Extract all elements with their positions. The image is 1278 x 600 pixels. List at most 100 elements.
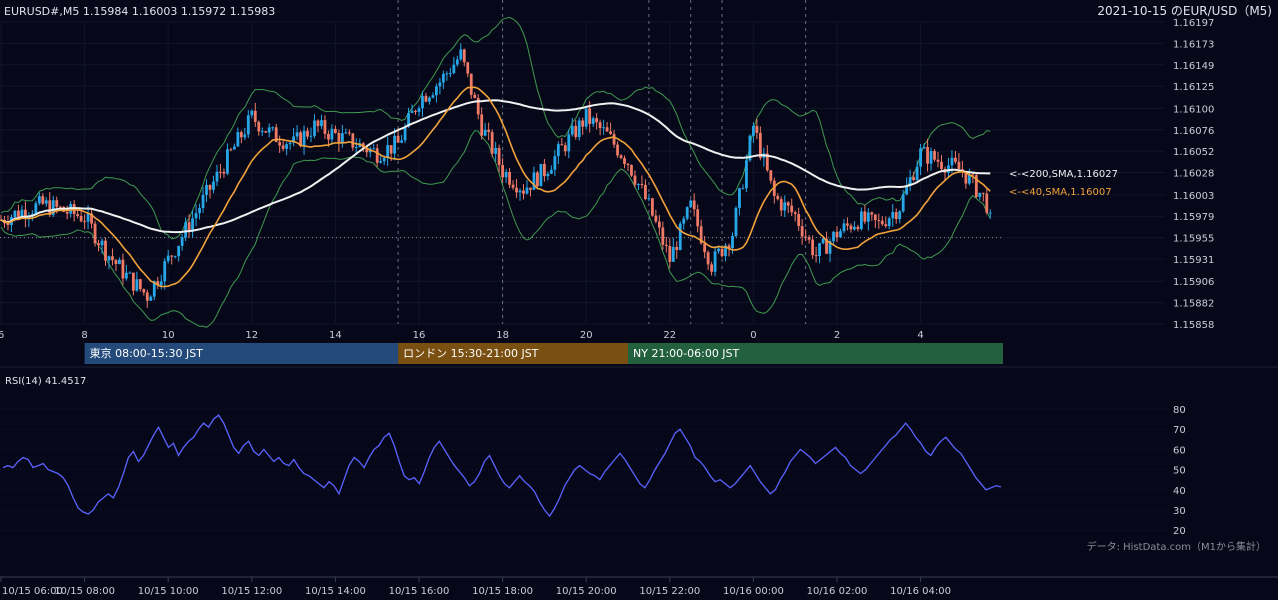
price-tick-label: 1.16149 — [1173, 61, 1214, 72]
candle-body — [327, 133, 330, 140]
candle-body — [664, 244, 668, 247]
candle-body — [769, 170, 773, 181]
candle-body — [745, 160, 748, 189]
candle-body — [149, 296, 153, 301]
candle-body — [515, 187, 518, 193]
candle-body — [125, 272, 128, 279]
candle-body — [104, 240, 107, 261]
candle-body — [111, 256, 114, 261]
candle-body — [170, 255, 174, 257]
candle-body — [313, 120, 316, 136]
candle-body — [403, 126, 407, 141]
price-tick-label: 1.16173 — [1173, 39, 1214, 50]
rsi-tick-label: 60 — [1173, 445, 1186, 456]
eurusd-chart: 1.16197 1.16173 1.16149 1.16125 1.16100 1.160… — [0, 0, 1278, 600]
candle-body — [257, 121, 261, 132]
candle-body — [483, 129, 487, 136]
candle-body — [546, 173, 550, 177]
candle-body — [692, 200, 696, 210]
candle-body — [553, 156, 557, 170]
candle-body — [612, 133, 616, 145]
candle-body — [894, 212, 898, 220]
hour-tick-label: 8 — [81, 330, 87, 341]
candle-body — [947, 165, 950, 173]
candle-body — [574, 125, 578, 138]
rsi-tick-label: 30 — [1173, 506, 1186, 517]
candle-body — [208, 184, 212, 190]
candle-body — [563, 145, 567, 152]
candle-body — [473, 94, 477, 99]
candle-body — [452, 64, 456, 74]
candle-body — [65, 211, 69, 214]
candle-body — [912, 177, 916, 181]
date-tick-label: 10/15 10:00 — [138, 586, 199, 597]
candle-body — [804, 236, 808, 238]
candle-body — [441, 73, 445, 83]
candle-body — [487, 129, 491, 132]
candle-body — [706, 252, 710, 265]
candle-body — [657, 221, 661, 228]
candle-body — [689, 200, 693, 208]
candle-body — [504, 171, 508, 178]
candle-body — [41, 196, 45, 204]
candle-body — [901, 194, 905, 212]
candle-body — [459, 49, 463, 60]
candle-body — [159, 281, 163, 286]
candle-body — [309, 135, 313, 137]
candle-body — [567, 134, 571, 152]
candle-body — [215, 171, 219, 182]
candle-body — [598, 122, 602, 128]
candle-body — [466, 62, 470, 74]
date-tick-label: 10/16 02:00 — [807, 586, 868, 597]
candle-body — [445, 73, 449, 75]
candle-body — [919, 148, 922, 167]
price-axis-ticks: 1.16197 1.16173 1.16149 1.16125 1.16100 1.160… — [1173, 18, 1214, 331]
price-tick-label: 1.15931 — [1173, 255, 1214, 266]
candle-body — [734, 207, 738, 236]
candle-body — [431, 95, 435, 98]
candle-body — [807, 237, 811, 240]
candle-body — [880, 220, 884, 225]
sma200-label: <-<200,SMA,1.16027 — [1009, 169, 1118, 180]
candle-body — [623, 158, 626, 164]
candle-body — [239, 132, 243, 138]
candle-body — [501, 165, 504, 178]
ohlc-label: EURUSD#,M5 1.15984 1.16003 1.15972 1.159… — [4, 5, 275, 18]
candle-body — [790, 205, 794, 213]
rsi-tick-label: 40 — [1173, 486, 1186, 497]
candle-body — [306, 130, 309, 137]
candle-body — [173, 256, 177, 258]
price-tick-label: 1.15979 — [1173, 212, 1214, 223]
candle-body — [347, 132, 351, 134]
candle-body — [616, 144, 619, 156]
candle-body — [497, 147, 501, 166]
candle-body — [229, 149, 233, 151]
candle-body — [779, 199, 783, 211]
candle-body — [668, 246, 672, 262]
data-credit: データ: HistData.com（M1から集計） — [1087, 540, 1266, 553]
candle-body — [222, 171, 226, 174]
candle-body — [118, 259, 121, 265]
candle-body — [682, 218, 686, 224]
candle-body — [281, 145, 285, 149]
candle-body — [121, 259, 125, 279]
candle-body — [522, 190, 525, 194]
candle-body — [731, 235, 734, 249]
hour-tick-label: 22 — [663, 330, 676, 341]
candle-body — [201, 194, 205, 209]
hour-tick-label: 0 — [750, 330, 756, 341]
hour-tick-label: 2 — [834, 330, 840, 341]
candle-body — [957, 161, 961, 170]
candle-body — [933, 151, 936, 160]
candle-body — [588, 108, 592, 124]
candle-body — [351, 133, 355, 148]
candle-body — [793, 212, 797, 215]
candle-body — [595, 118, 599, 123]
candle-body — [83, 221, 86, 223]
candle-body — [180, 237, 184, 246]
candle-body — [323, 120, 327, 134]
candle-body — [400, 140, 403, 143]
candle-body — [884, 224, 888, 227]
sma40-label: <-<40,SMA,1.16007 — [1009, 187, 1112, 198]
rsi-label: RSI(14) 41.4517 — [5, 376, 86, 387]
